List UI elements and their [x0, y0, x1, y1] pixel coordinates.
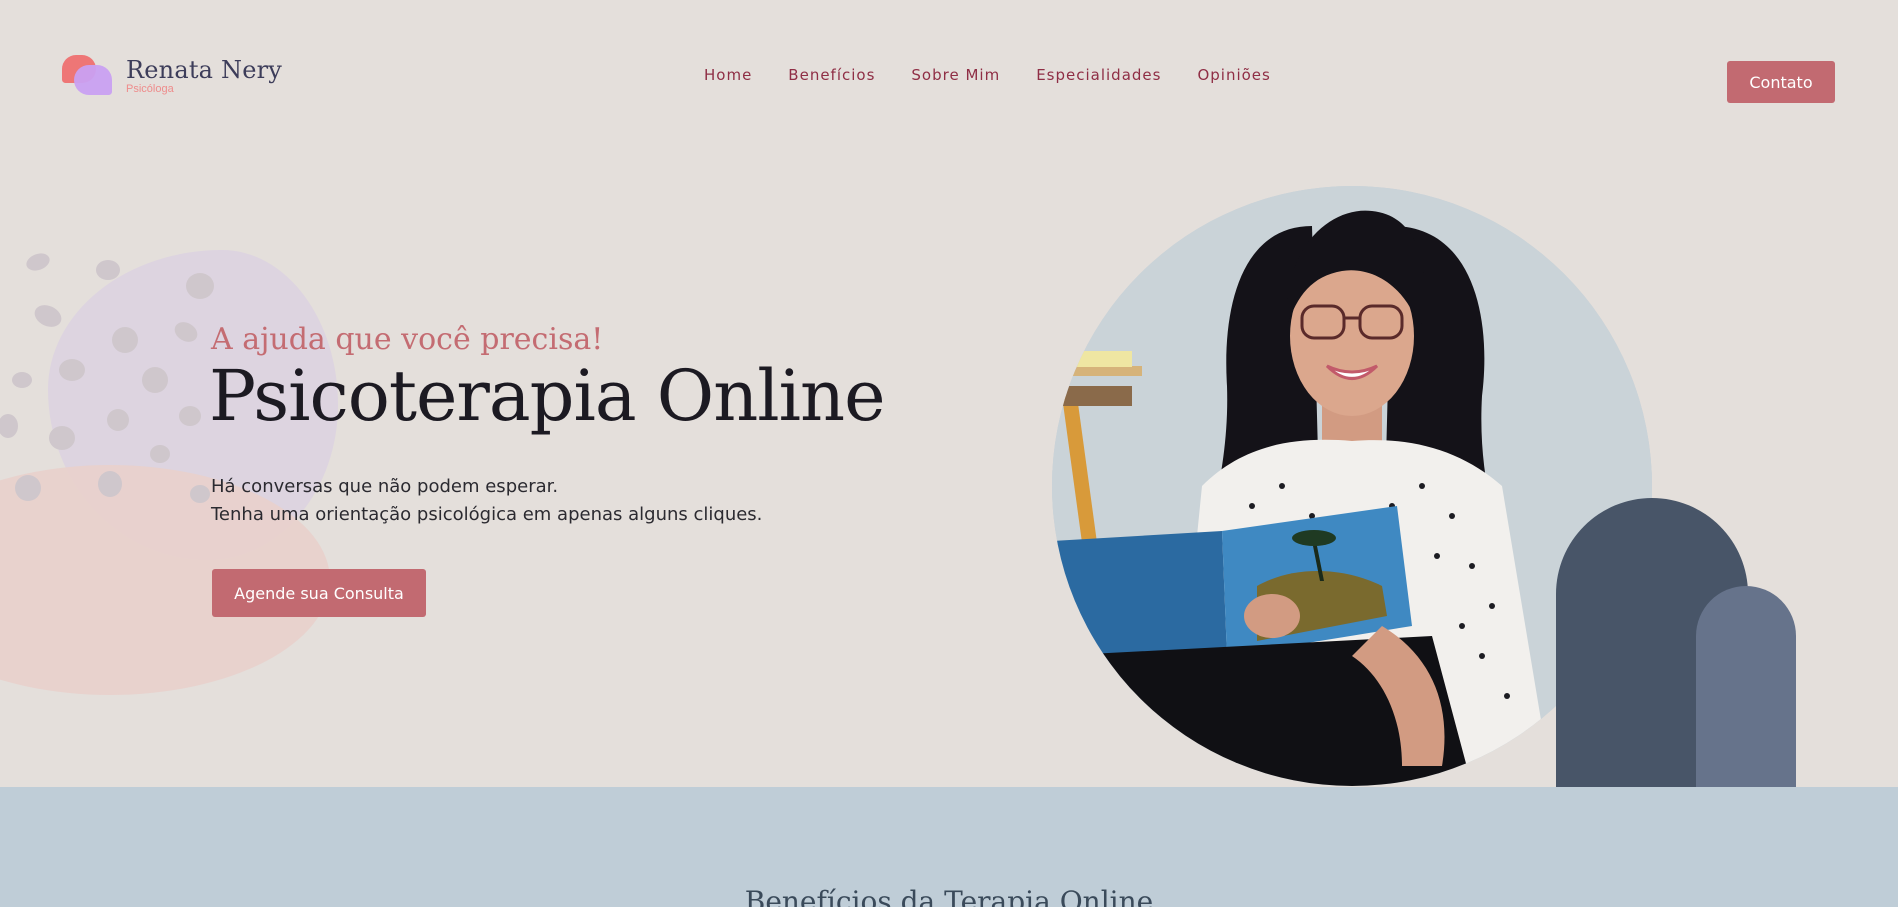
nav-link-sobre-mim[interactable]: Sobre Mim [911, 66, 1000, 84]
nav-link-especialidades[interactable]: Especialidades [1036, 66, 1161, 84]
nav-link-home[interactable]: Home [704, 66, 752, 84]
decorative-arch-light [1696, 586, 1796, 816]
hero-description-line-2: Tenha uma orientação psicológica em apen… [211, 504, 763, 525]
main-nav: Home Benefícios Sobre Mim Especialidades… [704, 66, 1271, 84]
brand-name: Renata Nery [126, 55, 283, 84]
speech-bubbles-logo-icon [62, 55, 112, 97]
nav-link-opinioes[interactable]: Opiniões [1197, 66, 1270, 84]
schedule-consultation-button[interactable]: Agende sua Consulta [212, 569, 426, 617]
nav-link-beneficios[interactable]: Benefícios [788, 66, 875, 84]
contact-button[interactable]: Contato [1727, 61, 1835, 103]
brand-subtitle: Psicóloga [126, 82, 174, 95]
landing-page: Renata Nery Psicóloga Home Benefícios So… [0, 0, 1898, 907]
benefits-section-title: Benefícios da Terapia Online [744, 885, 1154, 907]
brand-logo-link[interactable]: Renata Nery Psicóloga [62, 55, 282, 97]
hero-description-line-1: Há conversas que não podem esperar. [211, 476, 559, 497]
hero-kicker: A ajuda que você precisa! [211, 322, 604, 357]
hero-title: Psicoterapia Online [209, 355, 886, 437]
